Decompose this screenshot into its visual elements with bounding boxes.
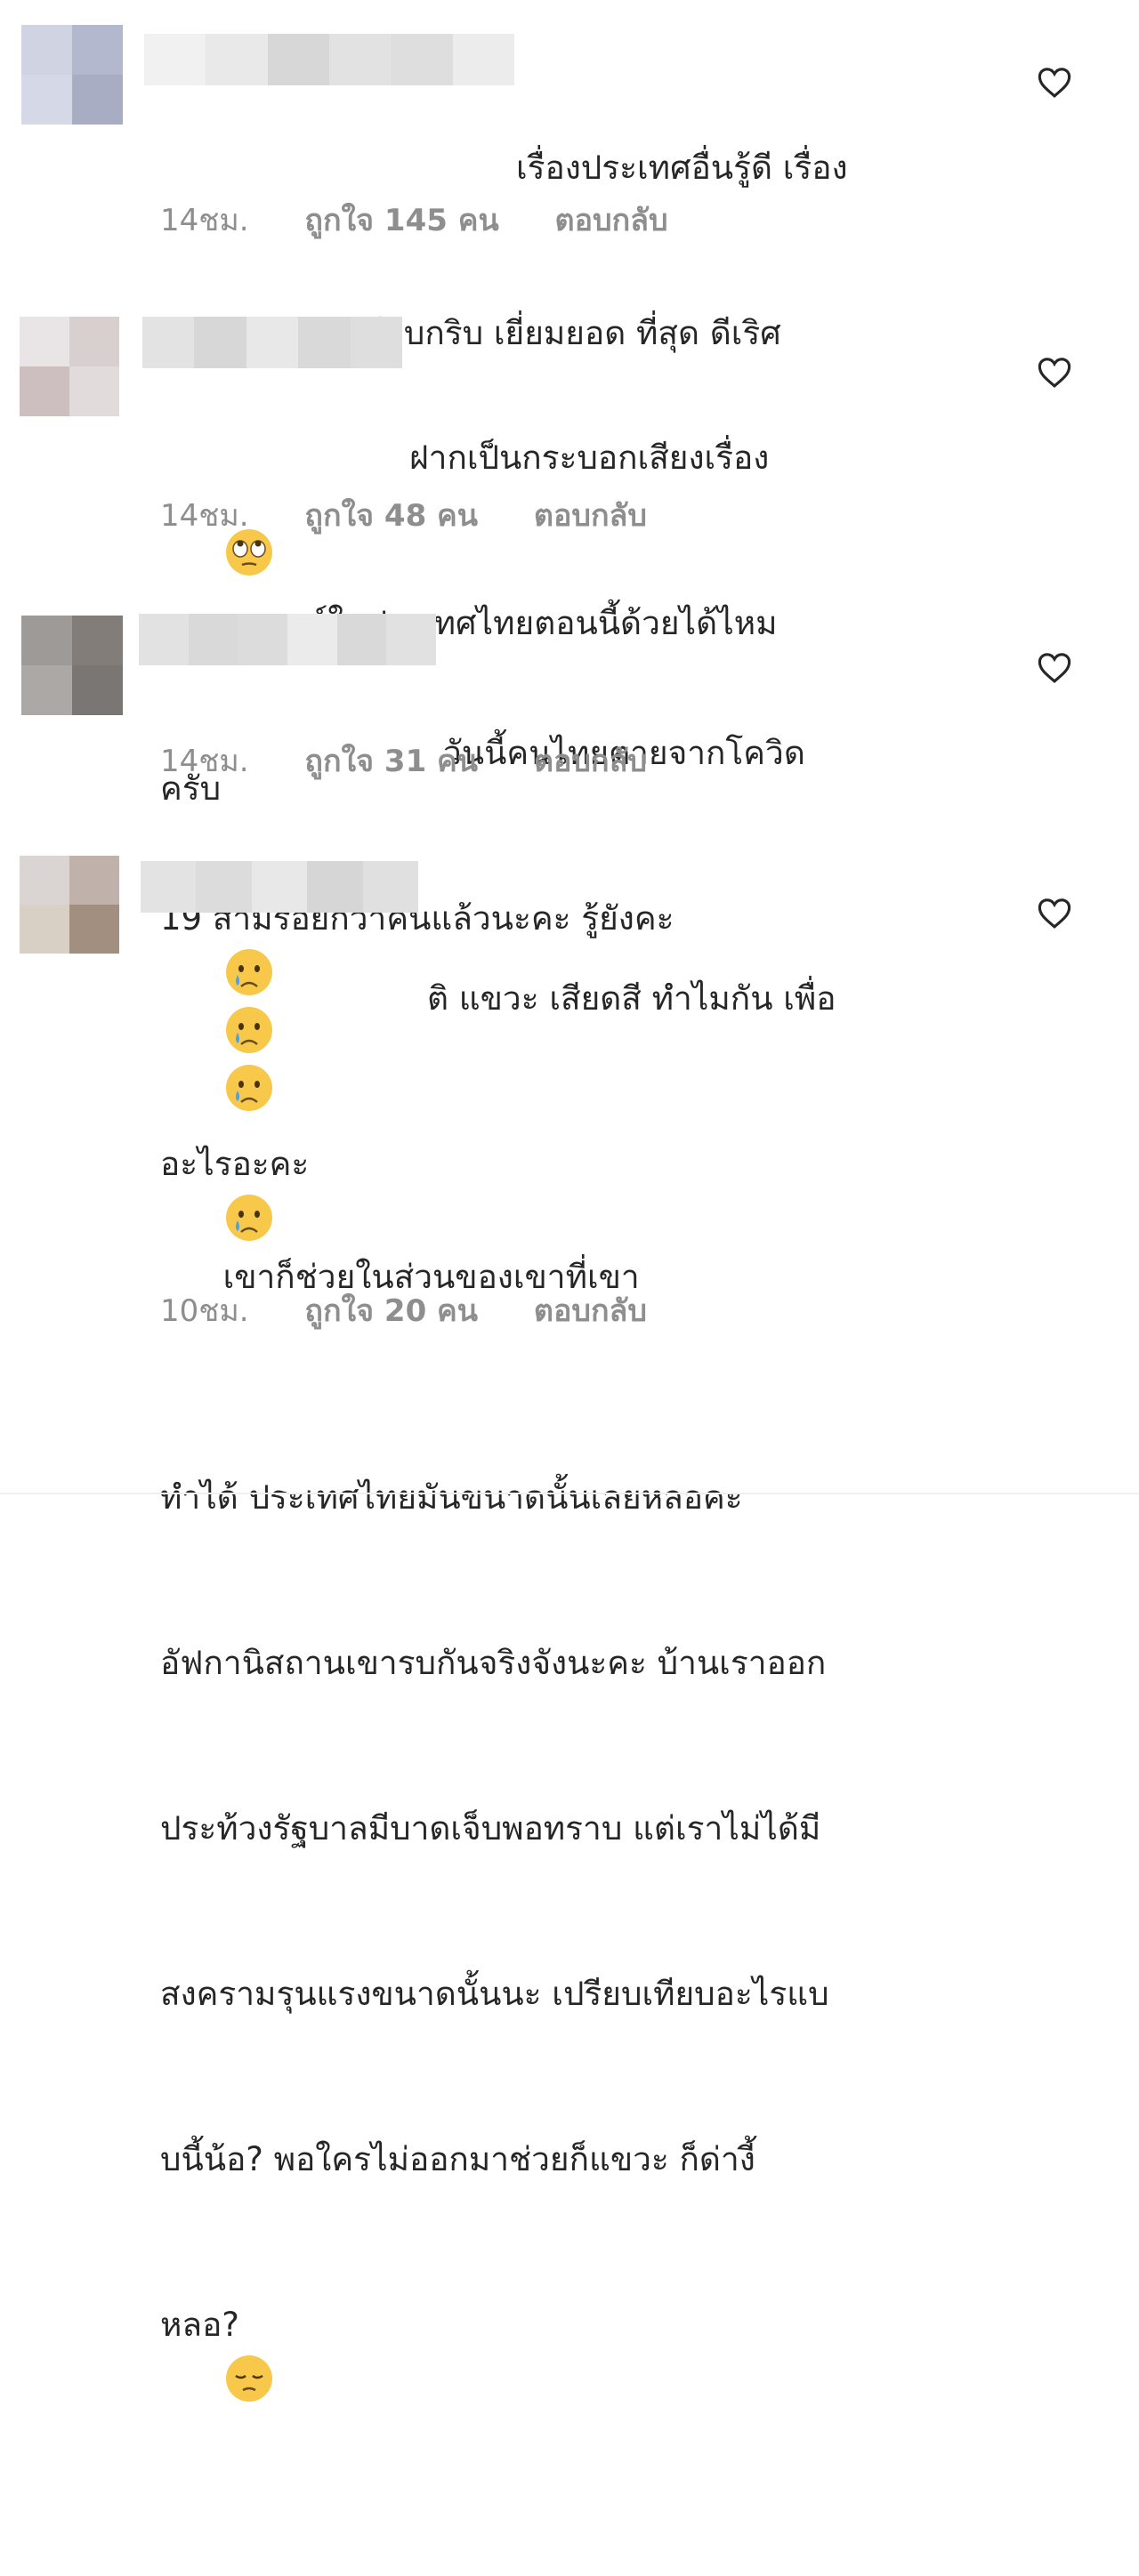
timestamp[interactable]: 14ชม.: [160, 742, 249, 781]
comment-text-line: ฝากเป็นกระบอกเสียงเรื่อง: [409, 439, 770, 477]
heart-icon[interactable]: [1036, 64, 1073, 101]
comment-text-line: หลอ?: [160, 2298, 979, 2466]
comment-text-line: บนี้น้อ? พอใครไม่ออกมาช่วยก็แขวะ ก็ด่างี…: [160, 2140, 755, 2178]
divider: [0, 1493, 1139, 1494]
reply-button[interactable]: ตอบกลับ: [534, 496, 647, 535]
crying-emoji-icon: [225, 1195, 272, 1241]
likes-count[interactable]: ถูกใจ 48 คน: [304, 496, 478, 535]
avatar[interactable]: [20, 856, 119, 954]
comment-meta: 14ชม. ถูกใจ 145 คน ตอบกลับ: [160, 201, 668, 240]
comment-text-line: เรื่องประเทศอื่นรู้ดี เรื่อง: [516, 149, 848, 187]
comment-text-line: อัฟกานิสถานเขารบกันจริงจังนะคะ บ้านเราออ…: [160, 1644, 827, 1682]
comment-text-line: ทำได้ ประเทศไทยมันขนาดนั้นเลยหลอคะ: [160, 1478, 743, 1517]
heart-icon[interactable]: [1036, 649, 1073, 687]
reply-button[interactable]: ตอบกลับ: [534, 1292, 647, 1331]
reply-button[interactable]: ตอบกลับ: [534, 742, 647, 781]
comment-text-span: อะไรอะคะ: [160, 1145, 310, 1183]
comment-meta: 10ชม. ถูกใจ 20 คน ตอบกลับ: [160, 1292, 647, 1331]
comment-text: ติ แขวะ เสียดสี ทำไมกัน เพื่อ อะไรอะคะ เ…: [160, 861, 979, 2576]
heart-icon[interactable]: [1036, 354, 1073, 391]
likes-count[interactable]: ถูกใจ 31 คน: [304, 742, 478, 781]
comment-meta: 14ชม. ถูกใจ 48 คน ตอบกลับ: [160, 496, 647, 535]
avatar[interactable]: [21, 25, 123, 125]
comment-text-span: หลอ?: [160, 2306, 239, 2344]
comment-text-line: สงครามรุนแรงขนาดนั้นนะ เปรียบเทียบอะไรแบ: [160, 1975, 829, 2013]
heart-icon[interactable]: [1036, 895, 1073, 932]
timestamp[interactable]: 14ชม.: [160, 496, 249, 535]
timestamp[interactable]: 10ชม.: [160, 1292, 249, 1331]
avatar[interactable]: [21, 616, 123, 715]
pensive-emoji-icon: [225, 2355, 272, 2402]
comment-text-line: ติ แขวะ เสียดสี ทำไมกัน เพื่อ: [427, 979, 836, 1018]
comment-text-line: ประท้วงรัฐบาลมีบาดเจ็บพอทราบ แต่เราไม่ได…: [160, 1809, 821, 1847]
avatar[interactable]: [20, 317, 119, 416]
comment-text-span: เขาก็ช่วยในส่วนของเขาที่เขา: [222, 1258, 640, 1296]
comment-meta: 14ชม. ถูกใจ 31 คน ตอบกลับ: [160, 742, 647, 781]
likes-count[interactable]: ถูกใจ 20 คน: [304, 1292, 478, 1331]
timestamp[interactable]: 14ชม.: [160, 201, 249, 240]
reply-button[interactable]: ตอบกลับ: [555, 201, 668, 240]
likes-count[interactable]: ถูกใจ 145 คน: [304, 201, 498, 240]
